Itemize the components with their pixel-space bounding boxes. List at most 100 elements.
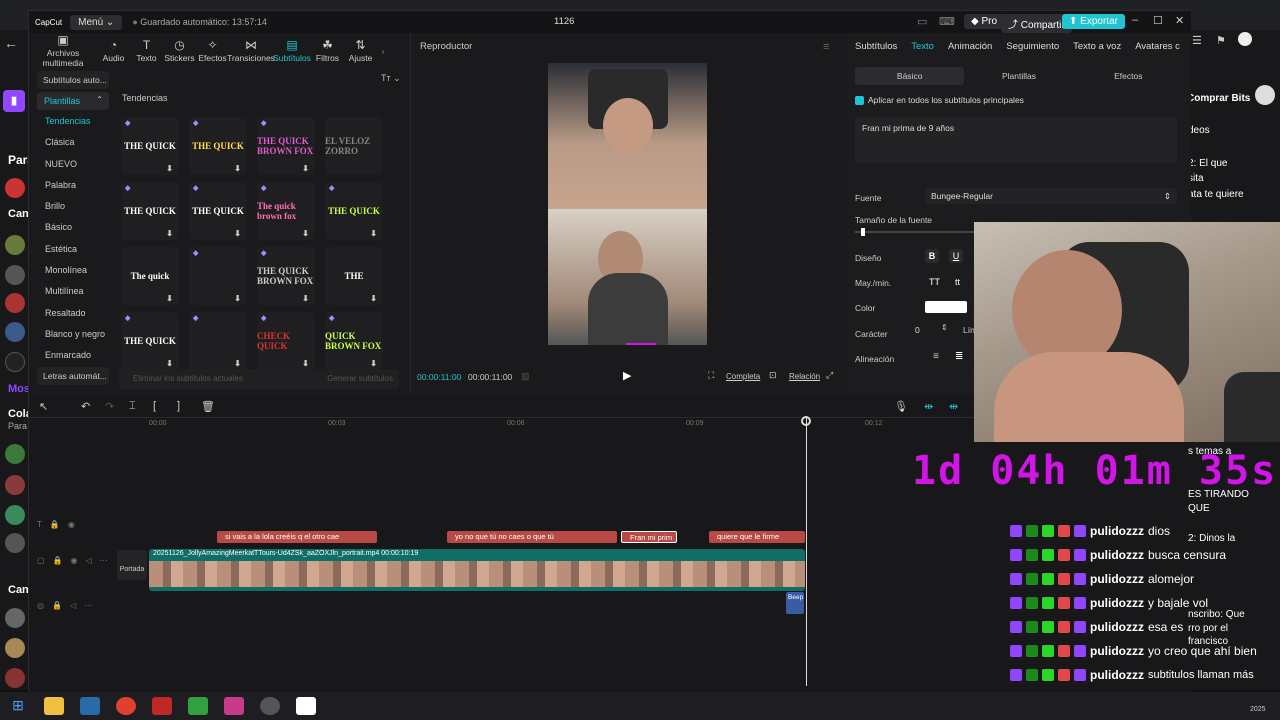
underline-button[interactable]: U	[949, 249, 963, 263]
app-icon[interactable]	[152, 697, 172, 715]
channel-avatar[interactable]	[5, 668, 25, 688]
video-clip[interactable]: 20251126_JollyAmazingMeerkatTTours-Ud4ZS…	[149, 549, 805, 591]
video-preview[interactable]	[548, 63, 707, 345]
tool-text[interactable]: T Texto	[130, 39, 163, 63]
caption-clip[interactable]: si vais a la lola creéis q el otro cae	[217, 531, 377, 543]
text-filter-icon[interactable]: Tт ⌄	[381, 73, 401, 84]
category-item[interactable]: Básico	[35, 217, 111, 238]
char-spacing-value[interactable]: 0	[915, 325, 920, 335]
generate-subtitles-button[interactable]: Generar subtítulos	[327, 374, 393, 383]
category-item[interactable]: Monolínea	[35, 260, 111, 281]
chat-username[interactable]: pulidozzz	[1090, 644, 1144, 658]
tool-audio[interactable]: ◔ Audio	[97, 39, 130, 63]
chat-username[interactable]: pulidozzz	[1090, 548, 1144, 562]
properties-tab[interactable]: Seguimiento	[1006, 41, 1059, 52]
ratio-button[interactable]: Relación	[789, 372, 820, 381]
timeline-view-icon[interactable]: ▥	[521, 371, 530, 382]
keyboard-icon[interactable]: ⌨	[939, 15, 955, 28]
channel-avatar[interactable]	[5, 178, 25, 198]
pro-badge[interactable]: ◆ Pro	[964, 14, 1005, 29]
back-arrow-icon[interactable]: ←	[4, 35, 18, 51]
properties-tab[interactable]: Animación	[948, 41, 992, 52]
channel-avatar[interactable]	[5, 293, 25, 313]
close-icon[interactable]: ✕	[1175, 14, 1184, 27]
subtitle-auto-button[interactable]: Subtítulos auto...	[37, 71, 109, 89]
download-icon[interactable]: ⬇	[166, 294, 173, 303]
audio-track-controls[interactable]: ◎🔒◁⋯	[37, 601, 100, 610]
subtitle-template[interactable]: The quick brown fox ◆ ⬇	[257, 182, 315, 240]
export-button[interactable]: ⬆ Exportar	[1062, 14, 1125, 29]
properties-subtab[interactable]: Plantillas	[964, 67, 1073, 85]
download-icon[interactable]: ⬇	[302, 164, 309, 173]
align-left-icon[interactable]: ≡	[933, 351, 939, 362]
subtitle-template[interactable]: THE QUICK ◆ ⬇	[189, 117, 247, 175]
category-item[interactable]: NUEVO	[35, 154, 111, 175]
download-icon[interactable]: ⬇	[234, 164, 241, 173]
plantillas-header[interactable]: Plantillas ⌃	[37, 92, 109, 110]
download-icon[interactable]: ⬇	[302, 359, 309, 368]
undo-icon[interactable]: ↶	[81, 400, 90, 413]
channel-avatar[interactable]	[5, 638, 25, 658]
redo-icon[interactable]: ↷	[105, 400, 114, 413]
select-tool-icon[interactable]: ↖	[39, 400, 48, 413]
download-icon[interactable]: ⬇	[234, 229, 241, 238]
profile-avatar[interactable]	[1238, 32, 1252, 46]
chat-username[interactable]: pulidozzz	[1090, 572, 1144, 586]
subtitle-template[interactable]: THE QUICK ◆ ⬇	[121, 182, 179, 240]
minimize-icon[interactable]: –	[1132, 14, 1138, 26]
category-item[interactable]: Palabra	[35, 175, 111, 196]
toolbar-more[interactable]: ›	[377, 46, 389, 56]
chrome-icon[interactable]	[116, 697, 136, 715]
caption-track-controls[interactable]: T🔒◉	[37, 520, 83, 529]
tool-filters[interactable]: ☘ Filtros	[311, 39, 344, 63]
trim-left-icon[interactable]: [	[153, 400, 156, 412]
split-icon[interactable]: ⌶	[129, 400, 136, 413]
chat-username[interactable]: pulidozzz	[1090, 596, 1144, 610]
properties-tab[interactable]: Avatares c	[1135, 41, 1180, 52]
download-icon[interactable]: ⬇	[370, 294, 377, 303]
download-icon[interactable]: ⬇	[370, 229, 377, 238]
subtitle-template[interactable]: QUICK BROWN FOX ◆ ⬇	[325, 312, 383, 370]
subtitle-text-input[interactable]: Fran mi prima de 9 años	[855, 117, 1177, 163]
fullscreen-icon[interactable]: ⤢	[826, 370, 833, 381]
obs-icon[interactable]	[260, 697, 280, 715]
file-explorer-icon[interactable]	[44, 697, 64, 715]
category-item[interactable]: Brillo	[35, 196, 111, 217]
subtitle-template[interactable]: EL VELOZ ZORRO	[325, 117, 383, 175]
app-icon[interactable]	[224, 697, 244, 715]
tool-stickers[interactable]: ◷ Stickers	[163, 39, 196, 63]
delete-icon[interactable]: 🗑	[201, 400, 215, 413]
channel-avatar[interactable]	[5, 265, 25, 285]
tool-subtitles[interactable]: ▤ Subtítulos	[273, 39, 311, 63]
uppercase-button[interactable]: TT	[929, 277, 940, 287]
align-center-icon[interactable]: ≣	[955, 351, 963, 362]
maximize-icon[interactable]: ☐	[1153, 14, 1163, 27]
bookmark-icon[interactable]: ⚑	[1216, 34, 1226, 47]
subtitle-template[interactable]: The quick ⬇	[121, 247, 179, 305]
subtitle-template[interactable]: THE QUICK BROWN FOX ◆ ⬇	[257, 247, 315, 305]
subtitle-template[interactable]: THE QUICK ◆ ⬇	[325, 182, 383, 240]
microphone-icon[interactable]: 🎙	[894, 400, 908, 413]
download-icon[interactable]: ⬇	[234, 294, 241, 303]
category-item[interactable]: Estética	[35, 239, 111, 260]
tool-transitions[interactable]: ⋈ Transiciones	[227, 39, 275, 63]
cover-button[interactable]: Portada	[117, 550, 147, 580]
menu-icon[interactable]: ☰	[1192, 34, 1202, 47]
caption-clip[interactable]: yo no que tú no caes o que tú	[447, 531, 617, 543]
bold-button[interactable]: B	[925, 249, 939, 263]
channel-avatar[interactable]	[5, 608, 25, 628]
color-swatch[interactable]	[925, 301, 967, 313]
channel-avatar[interactable]	[5, 533, 25, 553]
channel-avatar[interactable]	[5, 505, 25, 525]
beep-audio-clip[interactable]: Beep	[786, 592, 804, 614]
channel-avatar[interactable]	[5, 322, 25, 342]
layout-icon[interactable]: ▭	[917, 15, 927, 28]
capcut-taskbar-icon[interactable]	[296, 697, 316, 715]
subtitle-template[interactable]: CHECK QUICK ◆ ⬇	[257, 312, 315, 370]
twitch-logo-icon[interactable]: ▮	[3, 90, 25, 112]
chat-username[interactable]: pulidozzz	[1090, 524, 1144, 538]
player-menu-icon[interactable]: ≡	[823, 41, 829, 53]
download-icon[interactable]: ⬇	[234, 359, 241, 368]
slider-handle[interactable]	[861, 228, 865, 236]
crop-icon[interactable]: ⛶	[708, 370, 714, 381]
